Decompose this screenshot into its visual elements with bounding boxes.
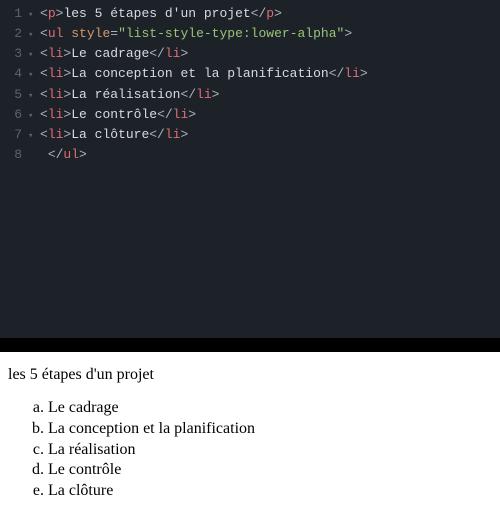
pane-divider[interactable] xyxy=(0,338,500,352)
code-content[interactable]: <li>La clôture</li> xyxy=(40,125,188,145)
code-line[interactable]: 2▾<ul style="list-style-type:lower-alpha… xyxy=(0,24,500,44)
code-line[interactable]: 7▾<li>La clôture</li> xyxy=(0,125,500,145)
fold-icon[interactable]: ▾ xyxy=(28,9,40,23)
fold-icon[interactable]: ▾ xyxy=(28,49,40,63)
code-content[interactable]: <li>Le cadrage</li> xyxy=(40,44,188,64)
fold-icon[interactable]: ▾ xyxy=(28,29,40,43)
preview-pane: les 5 étapes d'un projet Le cadrageLa co… xyxy=(0,352,500,524)
preview-heading: les 5 étapes d'un projet xyxy=(8,366,492,384)
line-number: 6 xyxy=(0,105,28,125)
code-line[interactable]: 8 </ul> xyxy=(0,145,500,165)
list-item: La conception et la planification xyxy=(48,419,492,440)
line-number: 4 xyxy=(0,64,28,84)
code-line[interactable]: 6▾<li>Le contrôle</li> xyxy=(0,105,500,125)
list-item: Le contrôle xyxy=(48,460,492,481)
code-line[interactable]: 3▾<li>Le cadrage</li> xyxy=(0,44,500,64)
code-line[interactable]: 4▾<li>La conception et la planification<… xyxy=(0,64,500,84)
code-content[interactable]: <ul style="list-style-type:lower-alpha"> xyxy=(40,24,352,44)
code-content[interactable]: </ul> xyxy=(40,145,87,165)
line-number: 7 xyxy=(0,125,28,145)
line-number: 3 xyxy=(0,44,28,64)
code-editor-pane[interactable]: 1▾<p>les 5 étapes d'un projet</p>2▾<ul s… xyxy=(0,0,500,338)
fold-icon[interactable]: ▾ xyxy=(28,130,40,144)
fold-icon[interactable]: ▾ xyxy=(28,69,40,83)
code-content[interactable]: <li>Le contrôle</li> xyxy=(40,105,196,125)
list-item: La clôture xyxy=(48,481,492,502)
code-content[interactable]: <li>La réalisation</li> xyxy=(40,85,219,105)
code-line[interactable]: 5▾<li>La réalisation</li> xyxy=(0,85,500,105)
preview-list: Le cadrageLa conception et la planificat… xyxy=(8,398,492,502)
list-item: La réalisation xyxy=(48,440,492,461)
code-content[interactable]: <li>La conception et la planification</l… xyxy=(40,64,368,84)
line-number: 1 xyxy=(0,4,28,24)
code-content[interactable]: <p>les 5 étapes d'un projet</p> xyxy=(40,4,282,24)
line-number: 8 xyxy=(0,145,28,165)
fold-icon[interactable]: ▾ xyxy=(28,90,40,104)
line-number: 5 xyxy=(0,85,28,105)
fold-icon[interactable]: ▾ xyxy=(28,110,40,124)
line-number: 2 xyxy=(0,24,28,44)
code-line[interactable]: 1▾<p>les 5 étapes d'un projet</p> xyxy=(0,4,500,24)
list-item: Le cadrage xyxy=(48,398,492,419)
